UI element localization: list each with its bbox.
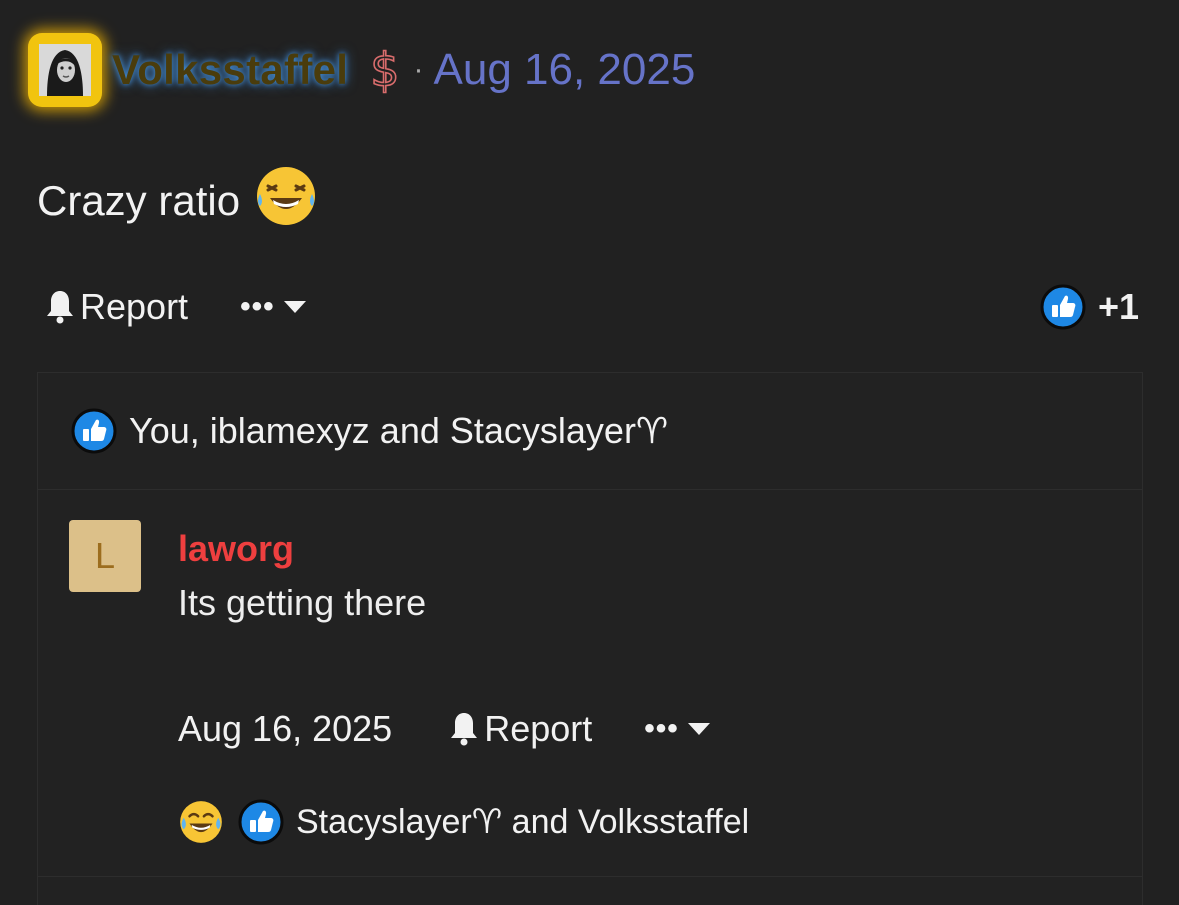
- thumbs-up-icon: [71, 408, 117, 454]
- laughing-tears-face-icon: [254, 164, 318, 238]
- post-header: Volksstaffel $ · Aug 16, 2025: [24, 28, 695, 112]
- report-label: Report: [80, 286, 189, 327]
- reply-report-label: Report: [484, 708, 593, 749]
- report-button[interactable]: Report: [44, 286, 188, 328]
- bell-icon: [47, 291, 73, 324]
- ellipsis-icon: •••: [240, 290, 275, 323]
- likers-bar[interactable]: You, iblamexyz and Stacyslayer♈: [38, 373, 1142, 490]
- likers-text: You, iblamexyz and Stacyslayer♈: [129, 410, 669, 451]
- laughing-tears-face-icon: [180, 801, 222, 843]
- reply-text: Its getting there: [178, 582, 427, 623]
- post-text: Crazy ratio: [37, 177, 241, 224]
- thumbs-up-icon: [1040, 284, 1086, 330]
- post-date[interactable]: Aug 16, 2025: [434, 45, 696, 95]
- separator: ·: [413, 53, 424, 86]
- reply-more-options-menu[interactable]: •••: [644, 712, 711, 746]
- thread-page: Volksstaffel $ · Aug 16, 2025 Crazy rati…: [0, 0, 1179, 905]
- ellipsis-icon: •••: [644, 712, 679, 745]
- post-action-bar: Report ••• +1: [44, 282, 1139, 332]
- bell-icon: [451, 713, 478, 746]
- reply-report-button[interactable]: Report: [448, 708, 592, 750]
- thumbs-up-icon: [238, 799, 284, 845]
- reply-date[interactable]: Aug 16, 2025: [178, 708, 392, 750]
- author-name[interactable]: Volksstaffel: [112, 46, 348, 94]
- reply-avatar[interactable]: L: [69, 520, 141, 592]
- reply-reactions-text: Stacyslayer♈ and Volksstaffel: [296, 803, 750, 841]
- reaction-summary[interactable]: +1: [1040, 284, 1139, 330]
- dollar-sign-icon: $: [369, 43, 400, 97]
- author-avatar[interactable]: [28, 33, 102, 107]
- chevron-down-icon: [283, 301, 306, 313]
- more-options-menu[interactable]: •••: [240, 290, 307, 324]
- post-body: Crazy ratio: [37, 167, 318, 234]
- chevron-down-icon: [687, 723, 710, 735]
- reply-action-bar: Aug 16, 2025 Report •••: [178, 704, 711, 754]
- reply-author[interactable]: laworg: [178, 528, 294, 570]
- reply-reactions[interactable]: Stacyslayer♈ and Volksstaffel: [178, 797, 749, 847]
- reaction-count: +1: [1097, 286, 1139, 327]
